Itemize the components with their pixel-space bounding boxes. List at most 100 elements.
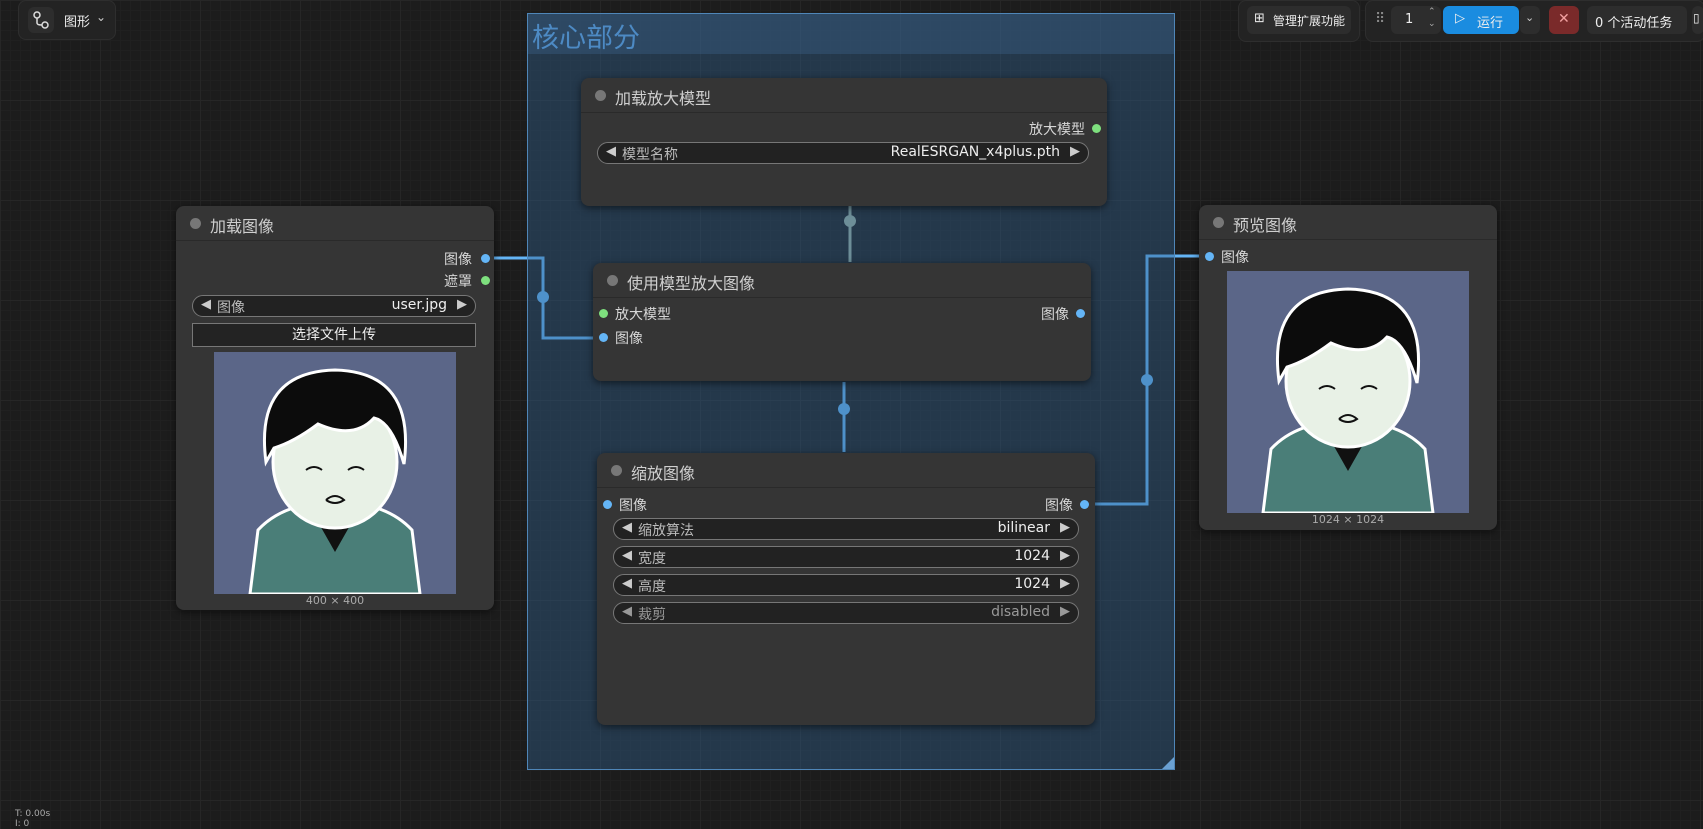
output-image-slot[interactable] [481,254,490,263]
image-preview [1227,271,1469,513]
manage-extensions-button[interactable]: ⊞ 管理扩展功能 [1247,6,1351,34]
image-select-widget[interactable]: ◀ 图像 user.jpg ▶ [192,295,476,317]
node-header[interactable]: 使用模型放大图像 [593,263,1091,298]
run-label: 运行 [1477,16,1504,31]
active-tasks-label: 0 个活动任务 [1595,16,1673,31]
drag-handle-icon[interactable]: ⠿ [1375,11,1385,27]
input-image-slot[interactable] [603,500,612,509]
arrow-left-icon[interactable]: ◀ [622,548,632,563]
chevron-up-icon[interactable]: ⌃ [1428,7,1436,17]
widget-value: user.jpg [391,297,447,313]
output-image-label: 图像 [1041,307,1069,323]
arrow-right-icon[interactable]: ▶ [1060,548,1070,563]
crop-widget[interactable]: ◀ 裁剪 disabled ▶ [613,602,1079,624]
extensions-bar: ⊞ 管理扩展功能 [1238,0,1360,42]
input-image-slot[interactable] [599,333,608,342]
input-image-slot[interactable] [1205,252,1214,261]
widget-value: bilinear [997,520,1050,536]
graph-label: 图形 [64,15,91,30]
widget-name: 裁剪 [638,607,666,623]
node-title: 加载放大模型 [615,89,712,108]
node-header[interactable]: 加载图像 [176,206,494,241]
collapse-dot-icon[interactable] [611,465,622,476]
upscale-method-widget[interactable]: ◀ 缩放算法 bilinear ▶ [613,518,1079,540]
widget-name: 缩放算法 [638,523,694,539]
collapse-dot-icon[interactable] [190,218,201,229]
arrow-left-icon[interactable]: ◀ [622,604,632,619]
output-image-slot[interactable] [1080,500,1089,509]
widget-name: 高度 [638,579,666,595]
avatar-illustration [214,352,456,594]
input-model-slot[interactable] [599,309,608,318]
arrow-left-icon[interactable]: ◀ [622,520,632,535]
queue-bar: ⠿ 1 ⌃ ⌄ ▷ 运行 ⌄ ✕ 0 个活动任务 ▯ [1365,0,1703,42]
widget-value: 1024 [1014,548,1050,564]
queue-count-stepper[interactable]: 1 ⌃ ⌄ [1391,6,1441,34]
panel-toggle-button[interactable]: ▯ [1692,6,1703,34]
widget-name: 图像 [217,300,245,316]
panel-icon: ▯ [1693,11,1700,25]
image-preview [214,352,456,594]
arrow-right-icon[interactable]: ▶ [1060,576,1070,591]
node-preview-image[interactable]: 预览图像 图像 1024 × 1024 [1199,205,1497,530]
output-model-label: 放大模型 [1029,122,1085,138]
height-widget[interactable]: ◀ 高度 1024 ▶ [613,574,1079,596]
group-resize-handle[interactable] [1162,757,1174,769]
node-scale-image[interactable]: 缩放图像 图像 图像 ◀ 缩放算法 bilinear ▶ ◀ 宽度 1024 ▶… [597,453,1095,725]
chevron-down-icon[interactable]: ⌄ [1428,19,1436,29]
manage-extensions-label: 管理扩展功能 [1273,14,1346,28]
node-load-upscale-model[interactable]: 加载放大模型 放大模型 ◀ 模型名称 RealESRGAN_x4plus.pth… [581,78,1107,206]
widget-value: RealESRGAN_x4plus.pth [890,144,1060,160]
cancel-button[interactable]: ✕ [1549,6,1579,34]
queue-count-value: 1 [1405,12,1414,27]
input-image-label: 图像 [615,331,643,347]
chevron-down-icon: ⌄ [96,10,107,24]
chevron-down-icon: ⌄ [1525,11,1535,24]
group-title: 核心部分 [532,23,640,54]
image-size-label: 400 × 400 [305,594,365,607]
width-widget[interactable]: ◀ 宽度 1024 ▶ [613,546,1079,568]
run-options-dropdown[interactable]: ⌄ [1520,6,1540,34]
arrow-right-icon[interactable]: ▶ [1060,520,1070,535]
active-tasks-button[interactable]: 0 个活动任务 [1587,6,1687,34]
collapse-dot-icon[interactable] [607,275,618,286]
widget-name: 模型名称 [622,147,678,163]
avatar-illustration [1227,271,1469,513]
arrow-left-icon[interactable]: ◀ [606,144,616,159]
node-title: 加载图像 [210,217,275,236]
node-load-image[interactable]: 加载图像 图像 遮罩 ◀ 图像 user.jpg ▶ 选择文件上传 400 × … [176,206,494,610]
input-image-label: 图像 [619,498,647,514]
output-mask-slot[interactable] [481,276,490,285]
input-model-label: 放大模型 [615,307,671,323]
arrow-left-icon[interactable]: ◀ [201,297,211,312]
output-model-slot[interactable] [1092,124,1101,133]
arrow-left-icon[interactable]: ◀ [622,576,632,591]
node-header[interactable]: 加载放大模型 [581,78,1107,113]
output-image-label: 图像 [1045,498,1073,514]
extensions-icon: ⊞ [1254,11,1265,26]
run-button[interactable]: ▷ 运行 [1443,6,1519,34]
collapse-dot-icon[interactable] [595,90,606,101]
node-header[interactable]: 缩放图像 [597,453,1095,488]
output-mask-label: 遮罩 [444,274,472,290]
node-title: 缩放图像 [631,464,696,483]
graph-menu-button[interactable]: 图形 ⌄ [18,0,116,40]
graph-icon [28,7,54,33]
status-time: T: 0.00s [15,809,51,819]
arrow-right-icon[interactable]: ▶ [1060,604,1070,619]
node-title: 使用模型放大图像 [627,274,756,293]
output-image-slot[interactable] [1076,309,1085,318]
node-title: 预览图像 [1233,216,1298,235]
output-image-label: 图像 [444,252,472,268]
widget-value: 1024 [1014,576,1050,592]
node-header[interactable]: 预览图像 [1199,205,1497,240]
node-upscale-with-model[interactable]: 使用模型放大图像 放大模型 图像 图像 [593,263,1091,381]
image-size-label: 1024 × 1024 [1311,513,1385,526]
arrow-right-icon[interactable]: ▶ [1070,144,1080,159]
upload-file-button[interactable]: 选择文件上传 [192,323,476,347]
widget-name: 宽度 [638,551,666,567]
model-name-widget[interactable]: ◀ 模型名称 RealESRGAN_x4plus.pth ▶ [597,142,1089,164]
widget-value: disabled [991,604,1050,620]
collapse-dot-icon[interactable] [1213,217,1224,228]
arrow-right-icon[interactable]: ▶ [457,297,467,312]
